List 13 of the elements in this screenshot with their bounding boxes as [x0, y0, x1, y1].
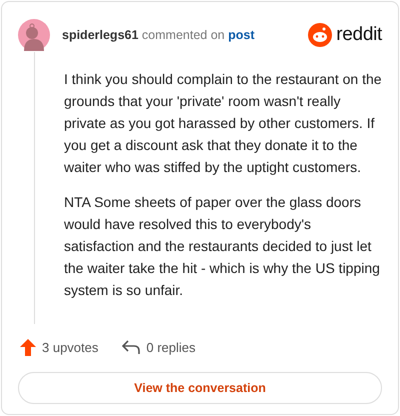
action-text: commented on — [142, 28, 225, 42]
author-name[interactable]: spiderlegs61 — [62, 28, 138, 42]
reply-count: 0 replies — [146, 340, 196, 354]
reply-arrow-icon[interactable] — [122, 340, 140, 354]
reddit-logo-icon — [308, 23, 332, 47]
comment-paragraph: NTA Some sheets of paper over the glass doors would have resolved this to everybody's satisfaction and the restaurants decided to just let the waiter take the hit - which is why the US tipping system is so unfair. — [64, 193, 381, 300]
avatar-icon — [18, 19, 50, 51]
brand-name: reddit — [336, 24, 382, 46]
upvote-count: 3 upvotes — [42, 340, 98, 354]
comment-paragraph: I think you should complain to the restaurant on the grounds that your 'private' room wasn't really private as you got harassed by other customers. If you get a discount ask that they donate it to the waiter who was stiffed by the uptight customers. — [64, 70, 382, 177]
post-link[interactable]: post — [228, 28, 254, 42]
view-conversation-button[interactable]: View the conversation — [18, 372, 382, 404]
upvote-arrow-icon[interactable] — [20, 338, 36, 356]
